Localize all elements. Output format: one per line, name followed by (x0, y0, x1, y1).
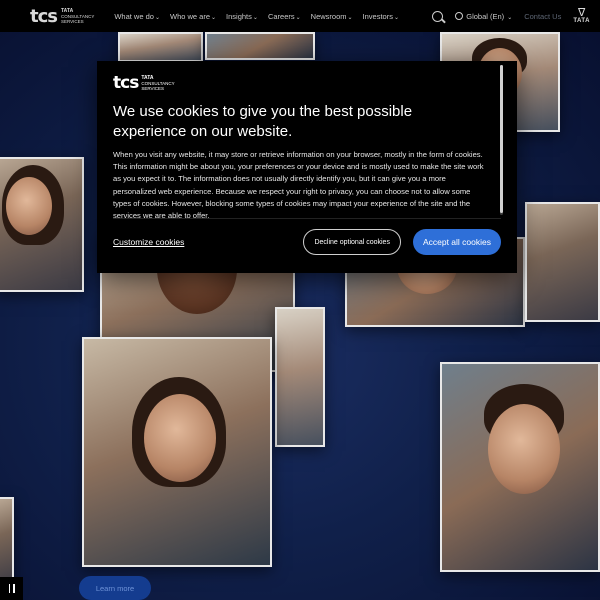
customize-cookies-link[interactable]: Customize cookies (113, 237, 184, 247)
nav-item-newsroom[interactable]: Newsroom ⌄ (311, 12, 353, 21)
nav-item-insights[interactable]: Insights ⌄ (226, 12, 258, 21)
photo-tile (0, 157, 84, 292)
chevron-down-icon: ⌄ (507, 14, 513, 21)
region-selector[interactable]: Global (En) ⌄ (455, 12, 512, 21)
nav-label: Who we are (169, 11, 211, 21)
chevron-down-icon: ⌄ (252, 14, 258, 21)
pause-icon (8, 584, 10, 593)
header-utilities: Global (En) ⌄ Contact Us ᐁ TATA (432, 8, 590, 24)
learn-more-button[interactable]: Learn more (79, 576, 151, 600)
logo-wordmark: TATA CONSULTANCY SERVICES (61, 8, 94, 24)
accept-all-cookies-button[interactable]: Accept all cookies (412, 229, 501, 255)
photo-tile (205, 32, 315, 60)
dialog-scrollbar[interactable] (500, 65, 503, 215)
photo-tile (275, 307, 325, 447)
tata-emblem-icon: ᐁ (577, 7, 586, 19)
tata-logo[interactable]: ᐁ TATA (573, 7, 590, 25)
dialog-divider (113, 218, 501, 219)
chevron-down-icon: ⌄ (295, 14, 301, 21)
logo-line-3: SERVICES (141, 85, 165, 91)
contact-us-link[interactable]: Contact Us (524, 12, 561, 21)
logo-mark: tcs (113, 73, 139, 93)
region-label: Global (En) (466, 11, 505, 21)
nav-item-investors[interactable]: Investors ⌄ (363, 12, 399, 21)
globe-icon (455, 12, 464, 20)
photo-tile (0, 497, 14, 587)
search-icon[interactable] (432, 10, 444, 22)
logo-line-3: SERVICES (61, 18, 84, 24)
nav-item-what-we-do[interactable]: What we do ⌄ (114, 12, 160, 21)
photo-tile (440, 362, 600, 572)
chevron-down-icon: ⌄ (154, 14, 160, 21)
dialog-actions: Customize cookies Decline optional cooki… (113, 229, 501, 255)
cookie-consent-dialog: tcs TATA CONSULTANCY SERVICES We use coo… (97, 61, 517, 273)
tata-wordmark: TATA (573, 18, 590, 24)
dialog-logo: tcs TATA CONSULTANCY SERVICES (113, 73, 501, 93)
nav-label: Insights (226, 11, 252, 21)
nav-item-who-we-are[interactable]: Who we are ⌄ (170, 12, 216, 21)
logo-mark: tcs (30, 5, 58, 27)
nav-item-careers[interactable]: Careers ⌄ (268, 12, 301, 21)
dialog-body-text: When you visit any website, it may store… (113, 150, 484, 221)
tcs-logo[interactable]: tcs TATA CONSULTANCY SERVICES (30, 6, 94, 27)
nav-label: What we do (114, 11, 154, 21)
pause-icon (13, 584, 15, 593)
photo-tile (82, 337, 272, 567)
decline-optional-cookies-button[interactable]: Decline optional cookies (303, 229, 401, 255)
logo-wordmark: TATA CONSULTANCY SERVICES (141, 75, 174, 91)
chevron-down-icon: ⌄ (347, 14, 353, 21)
pause-carousel-button[interactable] (0, 577, 23, 600)
chevron-down-icon: ⌄ (211, 14, 217, 21)
chevron-down-icon: ⌄ (393, 14, 399, 21)
nav-label: Investors (362, 11, 393, 21)
dialog-title: We use cookies to give you the best poss… (113, 103, 413, 140)
top-nav-bar: tcs TATA CONSULTANCY SERVICES What we do… (0, 0, 600, 32)
nav-label: Careers (267, 11, 295, 21)
main-nav: What we do ⌄ Who we are ⌄ Insights ⌄ Career… (114, 12, 399, 21)
scrollbar-thumb[interactable] (500, 65, 503, 213)
nav-label: Newsroom (310, 11, 347, 21)
photo-tile (525, 202, 600, 322)
photo-tile (118, 32, 203, 62)
